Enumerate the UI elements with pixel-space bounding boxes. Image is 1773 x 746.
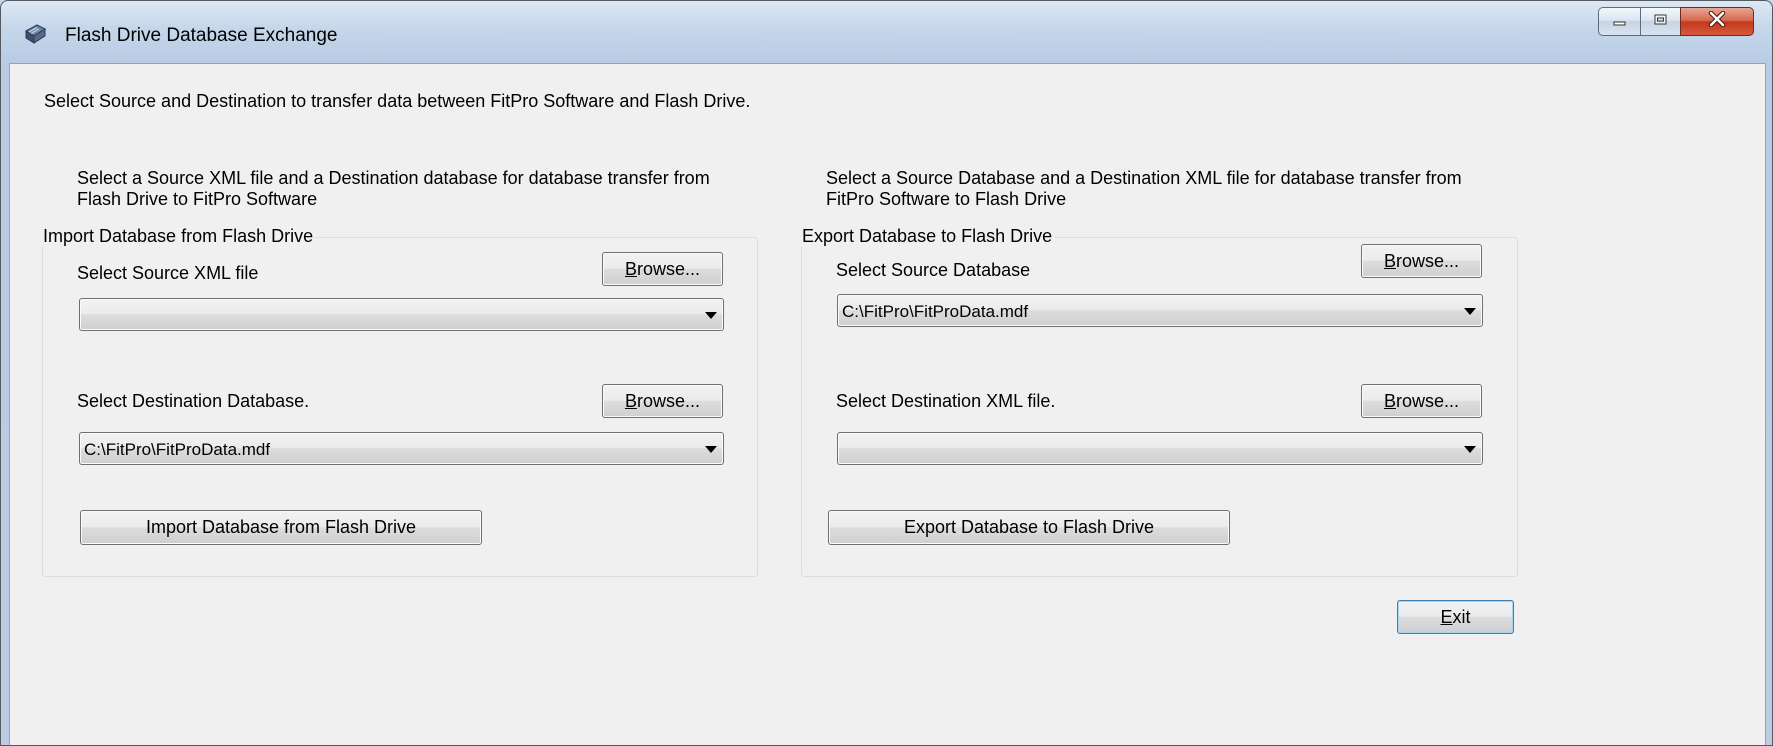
import-source-xml-dropdown[interactable]: [79, 298, 724, 331]
maximize-button[interactable]: [1640, 7, 1680, 36]
chevron-down-icon: [705, 312, 717, 319]
chevron-down-icon: [705, 446, 717, 453]
export-source-label: Select Source Database: [836, 260, 1031, 280]
chevron-down-icon: [1464, 446, 1476, 453]
export-group-title: Export Database to Flash Drive: [799, 226, 1056, 247]
export-source-database-dropdown[interactable]: C:\FitPro\FitProData.mdf: [837, 294, 1483, 327]
export-destination-label: Select Destination XML file.: [836, 391, 1056, 411]
dialog-client-area: Select Source and Destination to transfe…: [9, 63, 1766, 745]
export-description-line1: Select a Source Database and a Destinati…: [826, 168, 1462, 188]
import-browse-source-button[interactable]: Browse...: [602, 252, 723, 286]
import-browse-destination-button[interactable]: Browse...: [602, 384, 723, 418]
flash-drive-database-icon: [23, 23, 47, 45]
import-destination-label: Select Destination Database.: [77, 391, 310, 411]
import-source-label: Select Source XML file: [77, 263, 259, 283]
close-button[interactable]: [1680, 7, 1754, 36]
window-title: Flash Drive Database Exchange: [65, 25, 338, 46]
chevron-down-icon: [1464, 308, 1476, 315]
import-description-line2: Flash Drive to FitPro Software: [77, 189, 318, 209]
title-bar[interactable]: Flash Drive Database Exchange: [1, 1, 1772, 63]
export-browse-destination-button[interactable]: Browse...: [1361, 384, 1482, 418]
app-window: Flash Drive Database Exchange Select Sou…: [0, 0, 1773, 746]
close-icon: [1708, 10, 1726, 32]
import-destination-value: C:\FitPro\FitProData.mdf: [84, 440, 271, 459]
export-browse-source-button[interactable]: Browse...: [1361, 244, 1482, 278]
caption-buttons: [1598, 7, 1754, 37]
intro-text: Select Source and Destination to transfe…: [44, 91, 751, 111]
import-destination-database-dropdown[interactable]: C:\FitPro\FitProData.mdf: [79, 432, 724, 465]
export-destination-xml-dropdown[interactable]: [837, 432, 1483, 465]
import-group-title: Import Database from Flash Drive: [40, 226, 317, 247]
exit-button[interactable]: Exit: [1397, 600, 1514, 634]
import-description-line1: Select a Source XML file and a Destinati…: [77, 168, 710, 188]
export-source-value: C:\FitPro\FitProData.mdf: [842, 302, 1029, 321]
export-database-button[interactable]: Export Database to Flash Drive: [828, 510, 1230, 545]
minimize-button[interactable]: [1598, 7, 1640, 36]
export-description-line2: FitPro Software to Flash Drive: [826, 189, 1067, 209]
import-database-button[interactable]: Import Database from Flash Drive: [80, 510, 482, 545]
maximize-icon: [1653, 11, 1669, 32]
minimize-icon: [1612, 11, 1628, 32]
